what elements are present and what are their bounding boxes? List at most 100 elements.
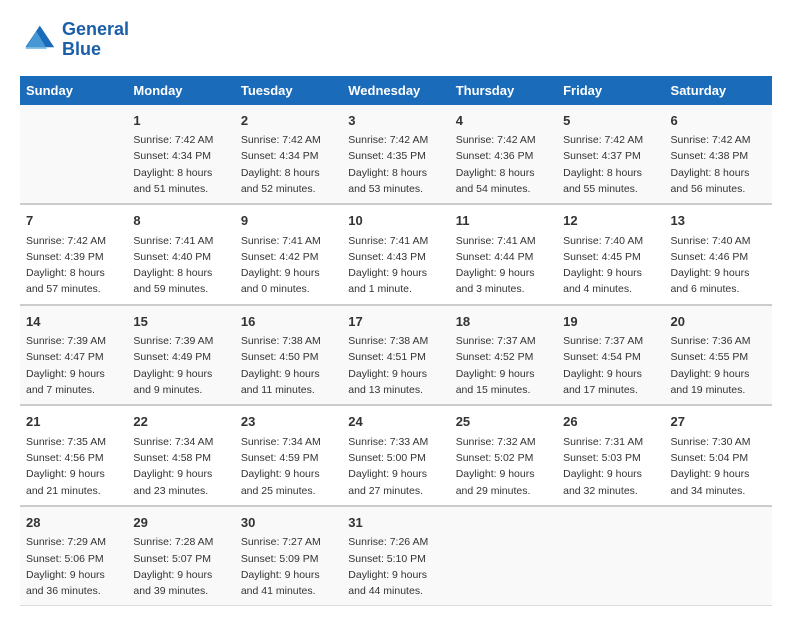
day-number: 20	[671, 312, 766, 332]
day-details: Sunrise: 7:41 AMSunset: 4:40 PMDaylight:…	[133, 233, 228, 298]
day-details: Sunrise: 7:42 AMSunset: 4:35 PMDaylight:…	[348, 132, 443, 197]
day-number: 6	[671, 111, 766, 131]
day-details: Sunrise: 7:32 AMSunset: 5:02 PMDaylight:…	[456, 434, 551, 499]
logo: General Blue	[20, 20, 129, 60]
logo-text: General Blue	[62, 20, 129, 60]
calendar-cell: 22Sunrise: 7:34 AMSunset: 4:58 PMDayligh…	[127, 405, 234, 506]
calendar-cell: 20Sunrise: 7:36 AMSunset: 4:55 PMDayligh…	[665, 305, 772, 406]
day-number: 16	[241, 312, 336, 332]
calendar-cell: 30Sunrise: 7:27 AMSunset: 5:09 PMDayligh…	[235, 506, 342, 606]
day-details: Sunrise: 7:42 AMSunset: 4:38 PMDaylight:…	[671, 132, 766, 197]
day-number: 22	[133, 412, 228, 432]
day-number: 11	[456, 211, 551, 231]
day-details: Sunrise: 7:31 AMSunset: 5:03 PMDaylight:…	[563, 434, 658, 499]
calendar-cell: 28Sunrise: 7:29 AMSunset: 5:06 PMDayligh…	[20, 506, 127, 606]
day-details: Sunrise: 7:40 AMSunset: 4:46 PMDaylight:…	[671, 233, 766, 298]
calendar-cell: 25Sunrise: 7:32 AMSunset: 5:02 PMDayligh…	[450, 405, 557, 506]
calendar-cell: 19Sunrise: 7:37 AMSunset: 4:54 PMDayligh…	[557, 305, 664, 406]
week-row-2: 7Sunrise: 7:42 AMSunset: 4:39 PMDaylight…	[20, 204, 772, 305]
day-details: Sunrise: 7:37 AMSunset: 4:54 PMDaylight:…	[563, 333, 658, 398]
calendar-cell: 24Sunrise: 7:33 AMSunset: 5:00 PMDayligh…	[342, 405, 449, 506]
calendar-cell: 2Sunrise: 7:42 AMSunset: 4:34 PMDaylight…	[235, 105, 342, 205]
day-number: 30	[241, 513, 336, 533]
column-header-wednesday: Wednesday	[342, 76, 449, 105]
column-header-friday: Friday	[557, 76, 664, 105]
day-number: 19	[563, 312, 658, 332]
logo-icon	[20, 22, 56, 58]
calendar-cell: 11Sunrise: 7:41 AMSunset: 4:44 PMDayligh…	[450, 204, 557, 305]
day-number: 2	[241, 111, 336, 131]
day-details: Sunrise: 7:37 AMSunset: 4:52 PMDaylight:…	[456, 333, 551, 398]
calendar-cell: 12Sunrise: 7:40 AMSunset: 4:45 PMDayligh…	[557, 204, 664, 305]
calendar-cell: 23Sunrise: 7:34 AMSunset: 4:59 PMDayligh…	[235, 405, 342, 506]
day-number: 28	[26, 513, 121, 533]
day-number: 9	[241, 211, 336, 231]
day-details: Sunrise: 7:29 AMSunset: 5:06 PMDaylight:…	[26, 534, 121, 599]
day-details: Sunrise: 7:26 AMSunset: 5:10 PMDaylight:…	[348, 534, 443, 599]
day-details: Sunrise: 7:42 AMSunset: 4:39 PMDaylight:…	[26, 233, 121, 298]
day-details: Sunrise: 7:41 AMSunset: 4:43 PMDaylight:…	[348, 233, 443, 298]
week-row-1: 1Sunrise: 7:42 AMSunset: 4:34 PMDaylight…	[20, 105, 772, 205]
day-details: Sunrise: 7:34 AMSunset: 4:59 PMDaylight:…	[241, 434, 336, 499]
day-number: 15	[133, 312, 228, 332]
day-details: Sunrise: 7:38 AMSunset: 4:51 PMDaylight:…	[348, 333, 443, 398]
day-number: 3	[348, 111, 443, 131]
day-details: Sunrise: 7:36 AMSunset: 4:55 PMDaylight:…	[671, 333, 766, 398]
day-details: Sunrise: 7:35 AMSunset: 4:56 PMDaylight:…	[26, 434, 121, 499]
day-number: 4	[456, 111, 551, 131]
day-number: 10	[348, 211, 443, 231]
calendar-cell: 4Sunrise: 7:42 AMSunset: 4:36 PMDaylight…	[450, 105, 557, 205]
column-header-saturday: Saturday	[665, 76, 772, 105]
day-header-row: SundayMondayTuesdayWednesdayThursdayFrid…	[20, 76, 772, 105]
day-details: Sunrise: 7:34 AMSunset: 4:58 PMDaylight:…	[133, 434, 228, 499]
day-number: 27	[671, 412, 766, 432]
day-number: 8	[133, 211, 228, 231]
calendar-cell: 7Sunrise: 7:42 AMSunset: 4:39 PMDaylight…	[20, 204, 127, 305]
column-header-monday: Monday	[127, 76, 234, 105]
day-details: Sunrise: 7:27 AMSunset: 5:09 PMDaylight:…	[241, 534, 336, 599]
calendar-cell	[557, 506, 664, 606]
column-header-tuesday: Tuesday	[235, 76, 342, 105]
calendar-cell: 16Sunrise: 7:38 AMSunset: 4:50 PMDayligh…	[235, 305, 342, 406]
day-number: 13	[671, 211, 766, 231]
week-row-3: 14Sunrise: 7:39 AMSunset: 4:47 PMDayligh…	[20, 305, 772, 406]
day-number: 1	[133, 111, 228, 131]
day-number: 5	[563, 111, 658, 131]
day-number: 7	[26, 211, 121, 231]
day-details: Sunrise: 7:39 AMSunset: 4:47 PMDaylight:…	[26, 333, 121, 398]
day-details: Sunrise: 7:30 AMSunset: 5:04 PMDaylight:…	[671, 434, 766, 499]
calendar-cell: 5Sunrise: 7:42 AMSunset: 4:37 PMDaylight…	[557, 105, 664, 205]
calendar-cell: 17Sunrise: 7:38 AMSunset: 4:51 PMDayligh…	[342, 305, 449, 406]
day-details: Sunrise: 7:42 AMSunset: 4:34 PMDaylight:…	[133, 132, 228, 197]
day-number: 18	[456, 312, 551, 332]
day-details: Sunrise: 7:38 AMSunset: 4:50 PMDaylight:…	[241, 333, 336, 398]
calendar-cell: 18Sunrise: 7:37 AMSunset: 4:52 PMDayligh…	[450, 305, 557, 406]
column-header-sunday: Sunday	[20, 76, 127, 105]
calendar-cell: 15Sunrise: 7:39 AMSunset: 4:49 PMDayligh…	[127, 305, 234, 406]
week-row-5: 28Sunrise: 7:29 AMSunset: 5:06 PMDayligh…	[20, 506, 772, 606]
day-number: 26	[563, 412, 658, 432]
day-number: 29	[133, 513, 228, 533]
day-details: Sunrise: 7:42 AMSunset: 4:36 PMDaylight:…	[456, 132, 551, 197]
column-header-thursday: Thursday	[450, 76, 557, 105]
calendar-cell: 13Sunrise: 7:40 AMSunset: 4:46 PMDayligh…	[665, 204, 772, 305]
page-header: General Blue	[20, 20, 772, 60]
day-number: 14	[26, 312, 121, 332]
calendar-cell: 3Sunrise: 7:42 AMSunset: 4:35 PMDaylight…	[342, 105, 449, 205]
week-row-4: 21Sunrise: 7:35 AMSunset: 4:56 PMDayligh…	[20, 405, 772, 506]
calendar-cell: 6Sunrise: 7:42 AMSunset: 4:38 PMDaylight…	[665, 105, 772, 205]
day-number: 23	[241, 412, 336, 432]
calendar-cell: 1Sunrise: 7:42 AMSunset: 4:34 PMDaylight…	[127, 105, 234, 205]
calendar-cell	[450, 506, 557, 606]
day-details: Sunrise: 7:28 AMSunset: 5:07 PMDaylight:…	[133, 534, 228, 599]
calendar-cell	[665, 506, 772, 606]
day-number: 25	[456, 412, 551, 432]
calendar-cell: 8Sunrise: 7:41 AMSunset: 4:40 PMDaylight…	[127, 204, 234, 305]
day-number: 24	[348, 412, 443, 432]
day-details: Sunrise: 7:41 AMSunset: 4:42 PMDaylight:…	[241, 233, 336, 298]
day-number: 17	[348, 312, 443, 332]
day-details: Sunrise: 7:41 AMSunset: 4:44 PMDaylight:…	[456, 233, 551, 298]
calendar-cell: 9Sunrise: 7:41 AMSunset: 4:42 PMDaylight…	[235, 204, 342, 305]
day-number: 12	[563, 211, 658, 231]
day-details: Sunrise: 7:40 AMSunset: 4:45 PMDaylight:…	[563, 233, 658, 298]
